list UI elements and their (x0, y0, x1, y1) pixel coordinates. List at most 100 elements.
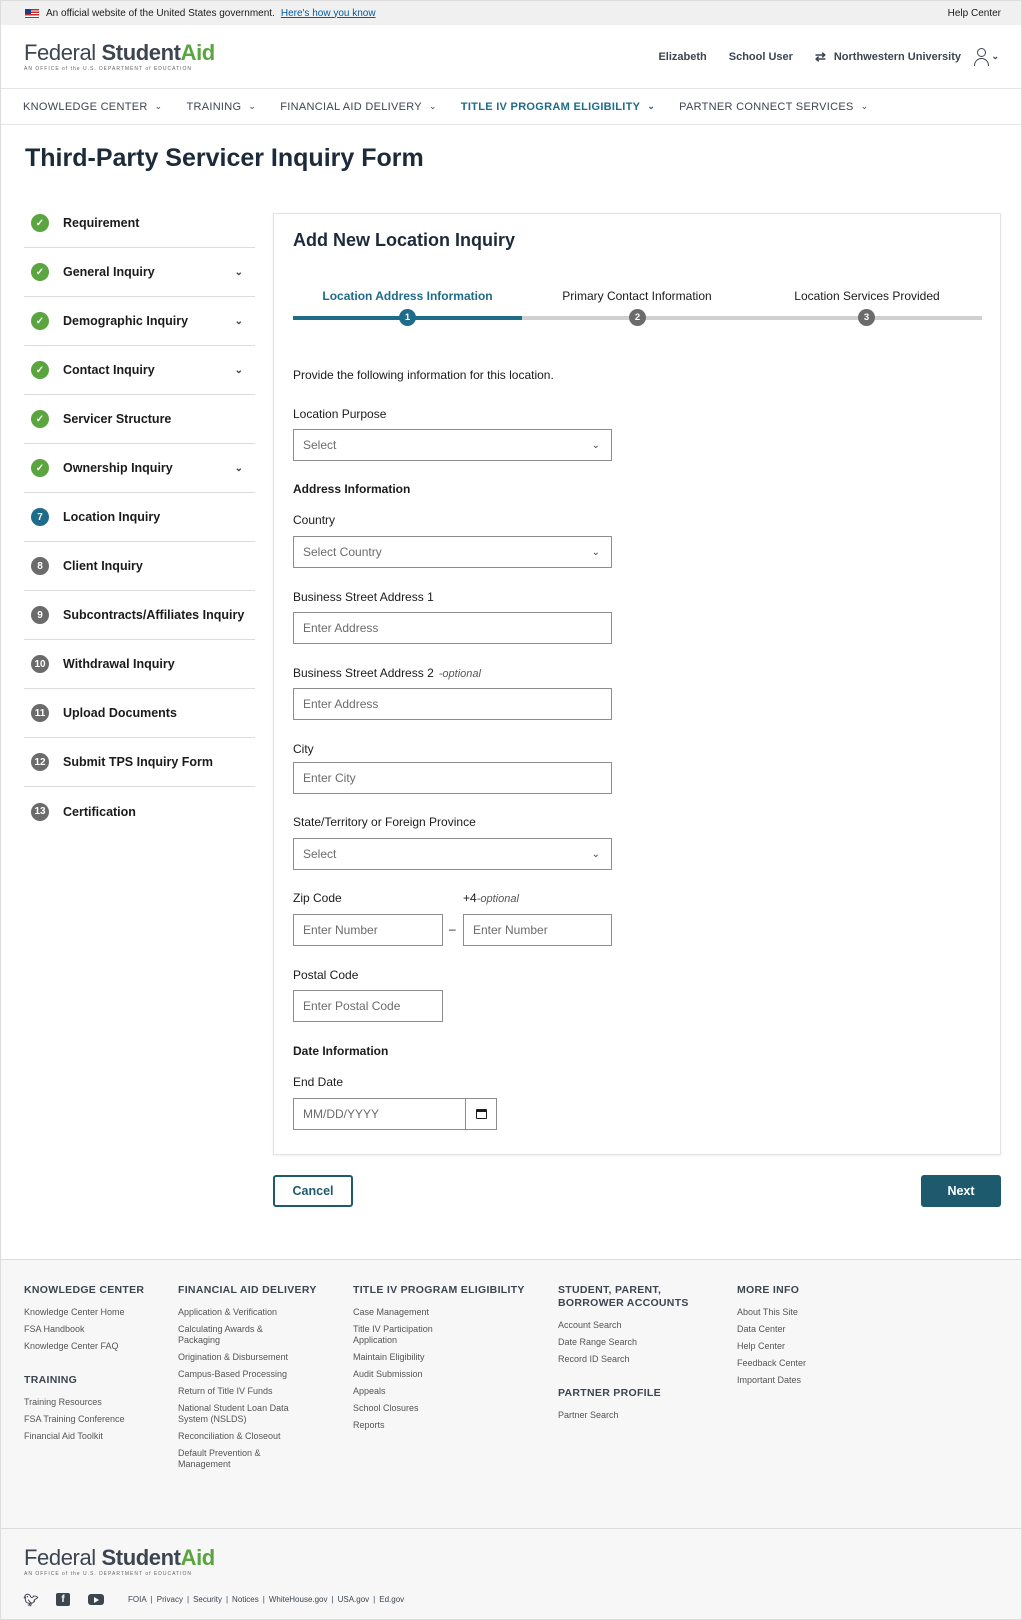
step-label: Ownership Inquiry (63, 461, 173, 475)
youtube-icon[interactable] (88, 1594, 104, 1605)
separator: | (262, 1595, 265, 1604)
footer-legal-link[interactable]: Privacy (157, 1595, 183, 1604)
street-address-2-input[interactable]: Enter Address (293, 688, 612, 720)
footer-link[interactable]: Data Center (737, 1324, 862, 1335)
footer-legal-link[interactable]: Security (193, 1595, 222, 1604)
page-title: Third-Party Servicer Inquiry Form (25, 144, 424, 172)
switch-school-icon[interactable]: ⇄ (815, 49, 826, 65)
input-placeholder: Enter Number (473, 923, 548, 937)
footer-link[interactable]: Return of Title IV Funds (178, 1386, 303, 1397)
chevron-down-icon[interactable]: ⌄ (235, 316, 243, 327)
step-item[interactable]: ✓ General Inquiry ⌄ (24, 248, 255, 297)
footer-link[interactable]: Campus-Based Processing (178, 1369, 303, 1380)
footer-link[interactable]: Case Management (353, 1307, 478, 1318)
location-purpose-select[interactable]: Select ⌄ (293, 429, 612, 461)
footer-link[interactable]: About This Site (737, 1307, 862, 1318)
footer-legal-link[interactable]: FOIA (128, 1595, 147, 1604)
footer-link[interactable]: Account Search (558, 1320, 683, 1331)
footer-link[interactable]: Default Prevention & Management (178, 1448, 303, 1470)
separator: | (225, 1595, 229, 1604)
progress-step-3-label[interactable]: Location Services Provided (752, 289, 982, 303)
footer-fsa-logo[interactable]: Federal StudentAid AN OFFICE of the U.S.… (24, 1545, 216, 1578)
footer-link[interactable]: Calculating Awards & Packaging (178, 1324, 303, 1346)
country-select[interactable]: Select Country ⌄ (293, 536, 612, 568)
calendar-button[interactable] (465, 1099, 496, 1129)
chevron-down-icon[interactable]: ⌄ (235, 463, 243, 474)
step-label: Subcontracts/Affiliates Inquiry (63, 608, 245, 622)
footer-legal-link[interactable]: Ed.gov (379, 1595, 404, 1604)
logo-tagline: AN OFFICE of the U.S. DEPARTMENT of EDUC… (24, 1571, 192, 1577)
footer-link[interactable]: FSA Training Conference (24, 1414, 149, 1425)
street-address-1-input[interactable]: Enter Address (293, 612, 612, 644)
logo-student: Student (101, 39, 181, 65)
footer-link[interactable]: Title IV Participation Application (353, 1324, 478, 1346)
step-item[interactable]: 8 Client Inquiry (24, 542, 255, 591)
nav-partner-connect-services[interactable]: PARTNER CONNECT SERVICES ⌄ (679, 101, 868, 113)
nav-knowledge-center[interactable]: KNOWLEDGE CENTER ⌄ (23, 101, 162, 113)
footer-link[interactable]: FSA Handbook (24, 1324, 149, 1335)
cancel-button[interactable]: Cancel (273, 1175, 353, 1207)
step-item[interactable]: ✓ Servicer Structure (24, 395, 255, 444)
footer-link[interactable]: Important Dates (737, 1375, 862, 1386)
footer-link[interactable]: Knowledge Center FAQ (24, 1341, 149, 1352)
footer-link[interactable]: Date Range Search (558, 1337, 683, 1348)
footer-legal-link[interactable]: Notices (232, 1595, 259, 1604)
footer-link[interactable]: Help Center (737, 1341, 862, 1352)
user-menu-icon[interactable]: ⌄ (973, 47, 999, 66)
step-item[interactable]: ✓ Contact Inquiry ⌄ (24, 346, 255, 395)
step-item[interactable]: 10 Withdrawal Inquiry (24, 640, 255, 689)
footer-link[interactable]: Origination & Disbursement (178, 1352, 303, 1363)
nav-label: FINANCIAL AID DELIVERY (280, 100, 422, 113)
step-item[interactable]: 11 Upload Documents (24, 689, 255, 738)
step-complete-icon: ✓ (31, 263, 49, 281)
footer-link[interactable]: Reconciliation & Closeout (178, 1431, 303, 1442)
footer-link[interactable]: Appeals (353, 1386, 478, 1397)
footer-legal-link[interactable]: USA.gov (338, 1595, 370, 1604)
zip-code-input[interactable]: Enter Number (293, 914, 443, 946)
footer-link[interactable]: Training Resources (24, 1397, 149, 1408)
city-input[interactable]: Enter City (293, 762, 612, 794)
step-complete-icon: ✓ (31, 214, 49, 232)
footer-link[interactable]: Partner Search (558, 1410, 683, 1421)
nav-label: PARTNER CONNECT SERVICES (679, 100, 854, 113)
footer-legal-link[interactable]: WhiteHouse.gov (269, 1595, 328, 1604)
footer-link[interactable]: Feedback Center (737, 1358, 862, 1369)
progress-step-1-label[interactable]: Location Address Information (293, 289, 522, 303)
facebook-icon[interactable]: f (56, 1593, 70, 1606)
postal-code-input[interactable]: Enter Postal Code (293, 990, 443, 1022)
footer-link[interactable]: Application & Verification (178, 1307, 303, 1318)
chevron-down-icon[interactable]: ⌄ (235, 365, 243, 376)
step-item[interactable]: 9 Subcontracts/Affiliates Inquiry (24, 591, 255, 640)
footer-link[interactable]: Record ID Search (558, 1354, 683, 1365)
logo-aid: Aid (180, 1545, 216, 1570)
nav-title-iv-program-eligibility[interactable]: TITLE IV PROGRAM ELIGIBILITY ⌄ (461, 101, 655, 113)
progress-step-2-label[interactable]: Primary Contact Information (522, 289, 752, 303)
zip-plus4-input[interactable]: Enter Number (463, 914, 612, 946)
help-center-link[interactable]: Help Center (948, 8, 1001, 19)
nav-training[interactable]: TRAINING ⌄ (186, 101, 256, 113)
state-select[interactable]: Select ⌄ (293, 838, 612, 870)
footer-link[interactable]: School Closures (353, 1403, 478, 1414)
fsa-logo[interactable]: Federal StudentAid AN OFFICE of the U.S.… (24, 39, 215, 72)
step-item[interactable]: 12 Submit TPS Inquiry Form (24, 738, 255, 787)
footer-link[interactable]: Reports (353, 1420, 478, 1431)
nav-financial-aid-delivery[interactable]: FINANCIAL AID DELIVERY ⌄ (280, 101, 437, 113)
footer-link[interactable]: Knowledge Center Home (24, 1307, 149, 1318)
chevron-down-icon[interactable]: ⌄ (235, 267, 243, 278)
footer-link[interactable]: Audit Submission (353, 1369, 478, 1380)
end-date-input[interactable]: MM/DD/YYYY (293, 1098, 497, 1130)
step-item[interactable]: ✓ Demographic Inquiry ⌄ (24, 297, 255, 346)
logo-tagline: AN OFFICE of the U.S. DEPARTMENT of EDUC… (24, 65, 192, 72)
step-item[interactable]: ✓ Ownership Inquiry ⌄ (24, 444, 255, 493)
step-label: Certification (63, 804, 136, 819)
step-item[interactable]: 7 Location Inquiry (24, 493, 255, 542)
school-name[interactable]: Northwestern University (834, 51, 961, 63)
heres-how-you-know-link[interactable]: Here's how you know (281, 8, 376, 19)
twitter-icon[interactable]: 🐦︎ (23, 1593, 38, 1607)
next-button[interactable]: Next (921, 1175, 1001, 1207)
footer-link[interactable]: Financial Aid Toolkit (24, 1431, 149, 1442)
footer-link[interactable]: Maintain Eligibility (353, 1352, 478, 1363)
step-item[interactable]: ✓ Requirement (24, 199, 255, 248)
step-item[interactable]: 13 Certification (24, 787, 255, 836)
footer-link[interactable]: National Student Loan Data System (NSLDS… (178, 1403, 303, 1425)
